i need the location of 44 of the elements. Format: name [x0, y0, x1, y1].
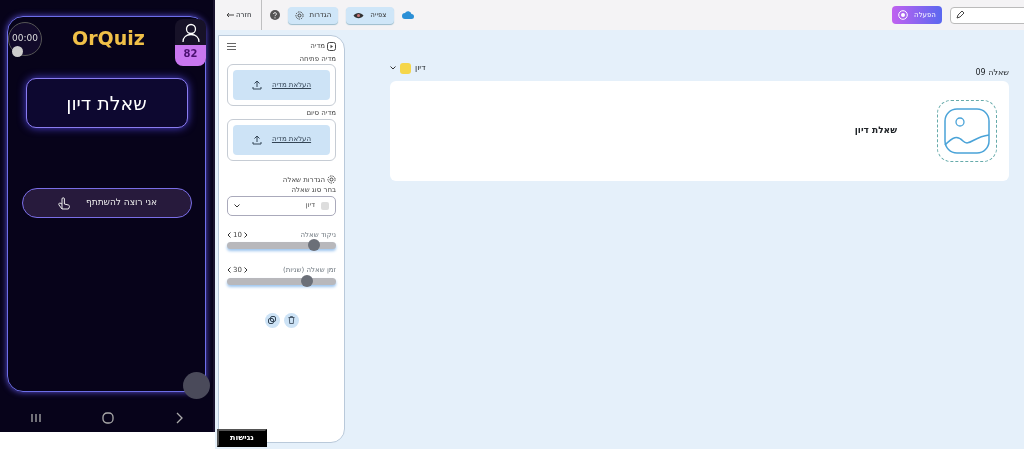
copy-icon [268, 316, 276, 324]
score-value: 82 [175, 45, 206, 66]
image-icon [943, 107, 991, 155]
back-icon[interactable] [174, 412, 183, 424]
question-type-icon [321, 201, 329, 210]
chevron-right-icon[interactable] [243, 267, 248, 274]
timer-knob-icon [12, 46, 23, 57]
delete-button[interactable] [283, 312, 299, 328]
arrow-left-icon [226, 12, 234, 18]
pencil-icon [956, 11, 964, 19]
home-icon[interactable] [102, 412, 115, 424]
timer: 00:00 [8, 22, 42, 56]
gear-icon [294, 10, 304, 20]
recent-apps-icon[interactable] [30, 413, 43, 423]
chevron-down-icon[interactable] [390, 66, 396, 70]
upload-icon [251, 80, 262, 90]
question-text: שאלת דיון [854, 124, 897, 138]
copy-button[interactable] [264, 312, 280, 328]
app-logo: OrQuiz [72, 26, 145, 51]
question-title: שאלת דיון [25, 78, 188, 128]
accessibility-button[interactable]: נגישות [217, 429, 267, 447]
participate-button[interactable]: אני רוצה להשתתף [21, 188, 192, 218]
gear-icon [327, 175, 336, 185]
hand-icon [55, 195, 72, 211]
menu-icon[interactable] [227, 42, 236, 50]
name-field[interactable] [950, 6, 1024, 24]
chevron-right-icon[interactable] [243, 231, 248, 238]
question-type: דיון [415, 62, 426, 74]
record-icon [898, 10, 909, 20]
trash-icon [287, 316, 295, 324]
question-number: שאלה 09 [975, 67, 1009, 79]
question-type-icon [400, 62, 411, 74]
upload-icon [251, 134, 262, 145]
cloud-icon [401, 11, 414, 19]
help-icon[interactable] [269, 10, 280, 20]
slider-thumb[interactable] [300, 274, 313, 287]
user-icon [180, 23, 201, 43]
media-icon [327, 41, 336, 51]
slider-thumb[interactable] [308, 239, 321, 251]
eye-icon [353, 11, 365, 19]
image-placeholder[interactable] [937, 100, 997, 162]
chevron-left-icon[interactable] [227, 231, 231, 238]
chevron-down-icon [234, 203, 240, 208]
chevron-left-icon[interactable] [227, 267, 231, 274]
